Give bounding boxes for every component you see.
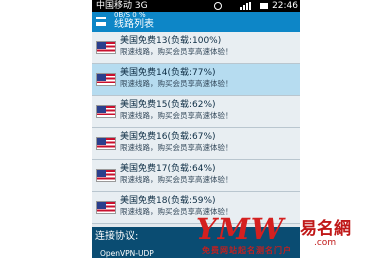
server-row[interactable]: 美国免费14(负载:77%) 限速线路，购买会员享高速体验！ <box>92 64 300 96</box>
us-flag-icon <box>96 137 116 150</box>
server-row[interactable]: 美国免费15(负载:62%) 限速线路，购买会员享高速体验！ <box>92 96 300 128</box>
server-desc: 限速线路，购买会员享高速体验！ <box>120 175 233 184</box>
watermark-logo: YMW <box>196 212 285 246</box>
server-name: 美国免费15(负载:62%) <box>120 100 216 110</box>
watermark: YMW 易名網 .com 免费网站起名测名门户 <box>196 213 366 258</box>
watermark-domain: .com <box>314 238 337 248</box>
server-desc: 限速线路，购买会员享高速体验！ <box>120 79 233 88</box>
watermark-slogan: 免费网站起名测名门户 <box>202 246 292 255</box>
server-name: 美国免费16(负载:67%) <box>120 132 216 142</box>
server-name: 美国免费14(负载:77%) <box>120 68 216 78</box>
server-desc: 限速线路，购买会员享高速体验！ <box>120 111 233 120</box>
page-title: 线路列表 <box>114 19 154 30</box>
server-list: 美国免费13(负载:100%) 限速线路，购买会员享高速体验！ 美国免费14(负… <box>92 32 300 224</box>
us-flag-icon <box>96 41 116 54</box>
us-flag-icon <box>96 73 116 86</box>
server-name: 美国免费17(负载:64%) <box>120 164 216 174</box>
signal-icon <box>240 2 251 10</box>
menu-icon[interactable] <box>96 17 106 26</box>
server-name: 美国免费18(负载:59%) <box>120 196 216 206</box>
battery-icon <box>260 3 268 9</box>
server-name: 美国免费13(负载:100%) <box>120 36 222 46</box>
server-row[interactable]: 美国免费17(负载:64%) 限速线路，购买会员享高速体验！ <box>92 160 300 192</box>
watermark-brand: 易名網 <box>300 219 351 239</box>
alarm-icon <box>214 2 222 10</box>
server-row[interactable]: 美国免费16(负载:67%) 限速线路，购买会员享高速体验！ <box>92 128 300 160</box>
server-row[interactable]: 美国免费13(负载:100%) 限速线路，购买会员享高速体验！ <box>92 32 300 64</box>
us-flag-icon <box>96 169 116 182</box>
server-desc: 限速线路，购买会员享高速体验！ <box>120 47 233 56</box>
app-bar: 0B/S 0 % 线路列表 <box>92 11 300 32</box>
us-flag-icon <box>96 201 116 214</box>
us-flag-icon <box>96 105 116 118</box>
status-time: 22:46 <box>272 1 298 11</box>
protocol-label: 连接协议: <box>95 231 139 242</box>
protocol-option[interactable]: OpenVPN-UDP <box>100 249 154 258</box>
server-desc: 限速线路，购买会员享高速体验！ <box>120 143 233 152</box>
